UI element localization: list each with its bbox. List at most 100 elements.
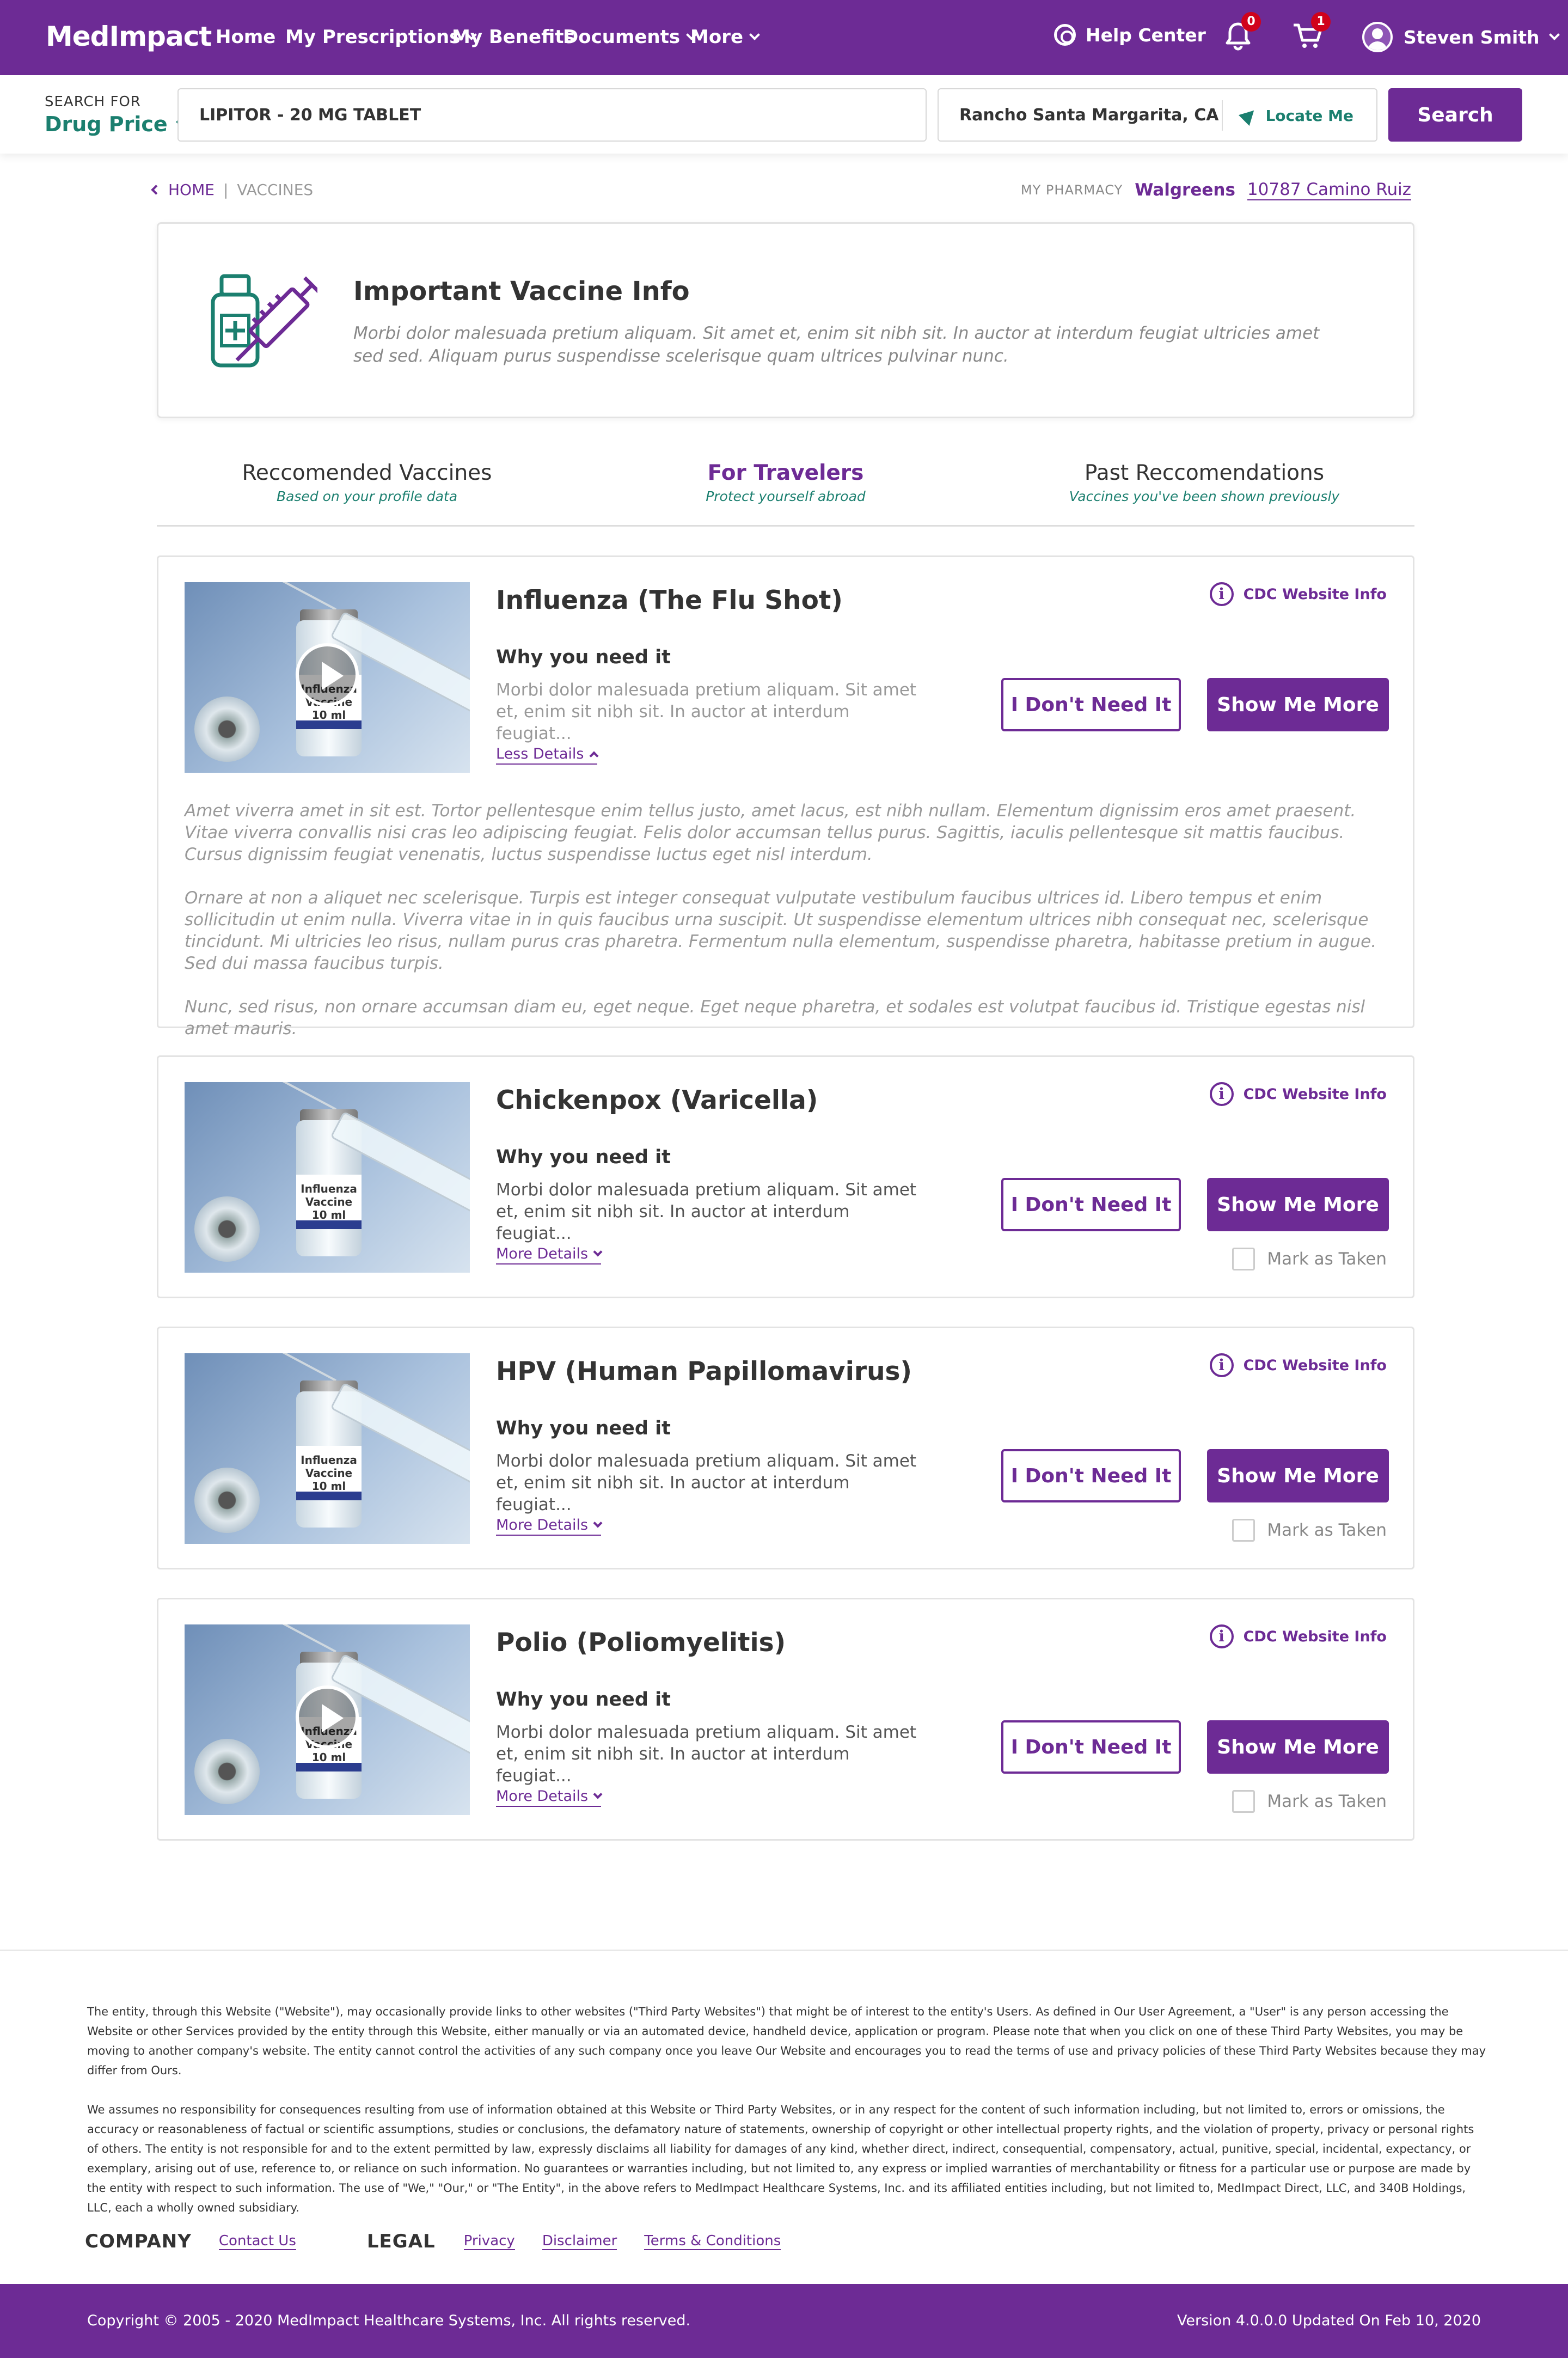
location-value: Rancho Santa Margarita, CA bbox=[959, 105, 1219, 125]
terms-link[interactable]: Terms & Conditions bbox=[644, 2233, 781, 2250]
search-for-label: SEARCH FOR bbox=[45, 94, 141, 110]
dont-need-it-button[interactable]: I Don't Need It bbox=[1001, 678, 1181, 731]
more-details-label: More Details bbox=[496, 1517, 589, 1534]
breadcrumb-home[interactable]: HOME bbox=[168, 181, 215, 199]
contact-us-link[interactable]: Contact Us bbox=[218, 2233, 296, 2250]
info-icon: i bbox=[1209, 1624, 1234, 1648]
checkbox[interactable] bbox=[1232, 1519, 1255, 1542]
cdc-website-info-link[interactable]: i CDC Website Info bbox=[1209, 1082, 1387, 1106]
vaccine-card-polio: Influenza Vaccine 10 ml Polio (Poliomyeli… bbox=[157, 1598, 1414, 1841]
vaccine-title: Influenza (The Flu Shot) bbox=[496, 585, 843, 615]
show-me-more-button[interactable]: Show Me More bbox=[1207, 1449, 1389, 1502]
dont-need-it-button[interactable]: I Don't Need It bbox=[1001, 1720, 1181, 1774]
disclaimer-paragraph: The entity, through this Website ("Websi… bbox=[87, 2005, 1486, 2077]
vaccine-card-chickenpox: Influenza Vaccine 10 ml Chickenpox (Varic… bbox=[157, 1055, 1414, 1298]
vaccine-description: Morbi dolor malesuada pretium aliquam. S… bbox=[496, 1722, 917, 1786]
vial-volume-text: 10 ml bbox=[311, 708, 346, 722]
needle-shape bbox=[210, 1353, 336, 1382]
checkbox[interactable] bbox=[1232, 1248, 1255, 1270]
top-navigation: MedImpact Home My Prescriptions My Benef… bbox=[0, 0, 1568, 75]
dont-need-it-button[interactable]: I Don't Need It bbox=[1001, 1178, 1181, 1231]
help-center-link[interactable]: Help Center bbox=[1054, 24, 1206, 46]
more-details-label: More Details bbox=[496, 1788, 589, 1805]
cdc-website-info-link[interactable]: i CDC Website Info bbox=[1209, 1353, 1387, 1377]
lifebuoy-icon bbox=[1054, 24, 1076, 46]
less-details-link[interactable]: Less Details bbox=[496, 746, 598, 765]
vaccine-description: Morbi dolor malesuada pretium aliquam. S… bbox=[496, 1180, 917, 1243]
vaccine-vial-syringe-icon bbox=[211, 274, 317, 368]
tab-past-recommendations[interactable]: Past Reccomendations Vaccines you've bee… bbox=[1041, 461, 1368, 504]
cdc-label: CDC Website Info bbox=[1243, 1628, 1387, 1645]
vaccine-video-thumbnail[interactable]: Influenza Vaccine 10 ml bbox=[185, 582, 470, 773]
show-me-more-button[interactable]: Show Me More bbox=[1207, 1720, 1389, 1774]
nav-home-label: Home bbox=[216, 26, 276, 48]
vaccine-description: Morbi dolor malesuada pretium aliquam. S… bbox=[496, 680, 917, 743]
nav-my-prescriptions[interactable]: My Prescriptions bbox=[285, 26, 477, 48]
tab-for-travelers[interactable]: For Travelers Protect yourself abroad bbox=[622, 461, 949, 504]
footer-links: COMPANY Contact Us LEGAL Privacy Disclai… bbox=[85, 2231, 781, 2252]
vial-volume-text: 10 ml bbox=[311, 1480, 346, 1493]
pharmacy-address-link[interactable]: 10787 Camino Ruiz bbox=[1247, 180, 1411, 200]
location-arrow-icon bbox=[1239, 105, 1260, 126]
mark-as-taken[interactable]: Mark as Taken bbox=[1232, 1519, 1387, 1542]
tabs-divider bbox=[157, 525, 1414, 527]
avatar bbox=[1362, 22, 1393, 52]
my-pharmacy-label: MY PHARMACY bbox=[1020, 182, 1123, 198]
my-pharmacy: MY PHARMACY Walgreens 10787 Camino Ruiz bbox=[1021, 180, 1411, 200]
vial-shape bbox=[194, 697, 260, 762]
search-type-selector[interactable]: SEARCH FOR Drug Price bbox=[45, 94, 187, 136]
mark-as-taken-label: Mark as Taken bbox=[1267, 1520, 1387, 1540]
chevron-down-icon bbox=[749, 29, 760, 40]
tab-title: Reccomended Vaccines bbox=[242, 461, 492, 485]
footer-legal-heading: LEGAL bbox=[366, 2231, 436, 2252]
mark-as-taken[interactable]: Mark as Taken bbox=[1232, 1248, 1387, 1270]
more-details-link[interactable]: More Details bbox=[496, 1245, 603, 1264]
dont-need-it-button[interactable]: I Don't Need It bbox=[1001, 1449, 1181, 1502]
more-details-link[interactable]: More Details bbox=[496, 1788, 603, 1807]
cdc-label: CDC Website Info bbox=[1243, 1085, 1387, 1103]
cdc-website-info-link[interactable]: i CDC Website Info bbox=[1209, 1624, 1387, 1648]
why-heading: Why you need it bbox=[496, 1418, 671, 1439]
user-menu[interactable]: Steven Smith bbox=[1362, 22, 1560, 52]
notifications-badge: 0 bbox=[1241, 12, 1261, 32]
mark-as-taken-label: Mark as Taken bbox=[1267, 1792, 1387, 1811]
pharmacy-name[interactable]: Walgreens bbox=[1135, 180, 1235, 200]
vaccine-title: HPV (Human Papillomavirus) bbox=[496, 1357, 912, 1386]
copyright: Copyright © 2005 - 2020 MedImpact Health… bbox=[87, 2312, 691, 2329]
nav-my-benefits[interactable]: My Benefits bbox=[452, 26, 575, 48]
info-title: Important Vaccine Info bbox=[353, 276, 690, 307]
version-info: Version 4.0.0.0 Updated On Feb 10, 2020 bbox=[1177, 2312, 1481, 2329]
show-me-more-button[interactable]: Show Me More bbox=[1207, 678, 1389, 731]
disclaimer-link[interactable]: Disclaimer bbox=[542, 2233, 617, 2250]
search-button[interactable]: Search bbox=[1388, 88, 1522, 142]
nav-documents[interactable]: Documents bbox=[563, 26, 697, 48]
chevron-down-icon bbox=[1548, 29, 1560, 40]
tab-recommended-vaccines[interactable]: Reccomended Vaccines Based on your profi… bbox=[204, 461, 530, 504]
vaccine-video-thumbnail[interactable]: Influenza Vaccine 10 ml bbox=[185, 1624, 470, 1815]
more-details-label: More Details bbox=[496, 1245, 589, 1262]
disclaimer-paragraph: We assumes no responsibility for consequ… bbox=[87, 2103, 1474, 2214]
notifications-button[interactable]: 0 bbox=[1222, 12, 1261, 52]
play-icon[interactable] bbox=[296, 643, 359, 706]
help-center-label: Help Center bbox=[1086, 24, 1206, 46]
logo[interactable]: MedImpact bbox=[46, 21, 212, 52]
breadcrumb-separator: | bbox=[223, 181, 229, 199]
drug-search-input[interactable]: LIPITOR - 20 MG TABLET bbox=[177, 88, 927, 142]
location-input[interactable]: Rancho Santa Margarita, CA Locate Me bbox=[938, 88, 1377, 142]
footer-disclaimer: The entity, through this Website ("Websi… bbox=[87, 2002, 1486, 2237]
drug-search-value: LIPITOR - 20 MG TABLET bbox=[199, 105, 421, 125]
more-details-link[interactable]: More Details bbox=[496, 1517, 603, 1536]
chevron-down-icon bbox=[593, 1247, 603, 1256]
locate-me-button[interactable]: Locate Me bbox=[1222, 100, 1376, 131]
nav-more[interactable]: More bbox=[690, 26, 760, 48]
checkbox[interactable] bbox=[1232, 1790, 1255, 1813]
mark-as-taken[interactable]: Mark as Taken bbox=[1232, 1790, 1387, 1813]
privacy-link[interactable]: Privacy bbox=[463, 2233, 515, 2250]
locate-me-label: Locate Me bbox=[1265, 106, 1353, 125]
cart-button[interactable]: 1 bbox=[1291, 12, 1331, 52]
nav-home[interactable]: Home bbox=[216, 26, 275, 48]
play-icon[interactable] bbox=[296, 1685, 359, 1749]
vial-shape bbox=[194, 1468, 260, 1533]
cdc-website-info-link[interactable]: i CDC Website Info bbox=[1209, 582, 1387, 606]
show-me-more-button[interactable]: Show Me More bbox=[1207, 1178, 1389, 1231]
